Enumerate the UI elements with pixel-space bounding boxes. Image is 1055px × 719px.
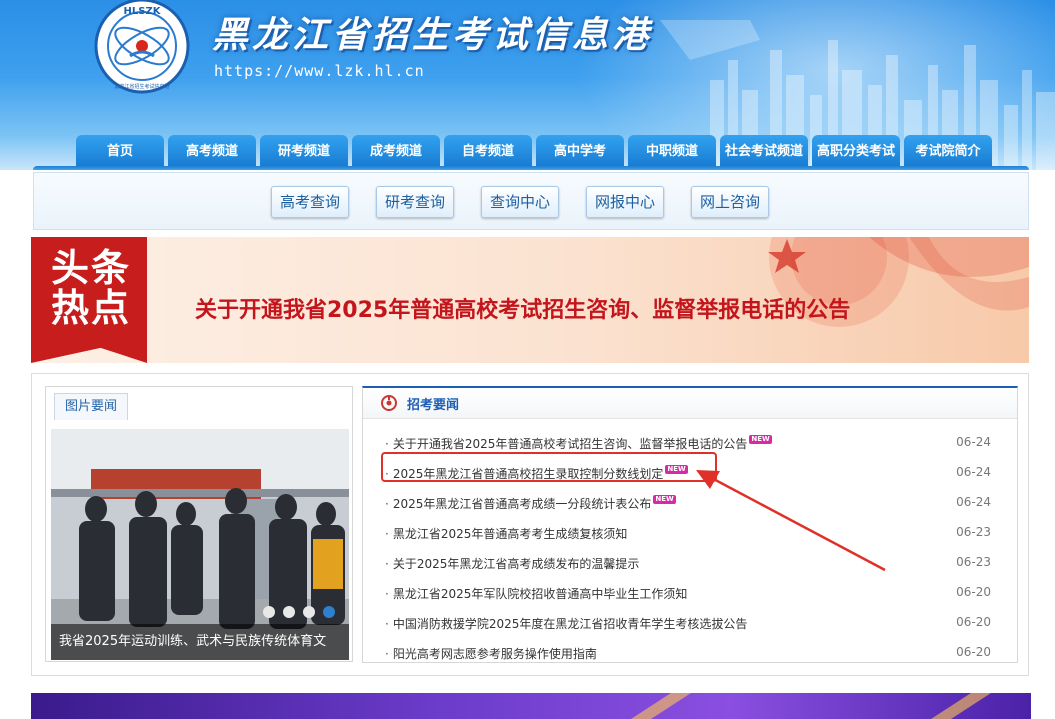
- news-link[interactable]: · 黑龙江省2025年普通高考考生成绩复核须知: [385, 525, 627, 542]
- quick-yankao-query-button[interactable]: 研考查询: [376, 186, 455, 218]
- news-date: 06-23: [956, 555, 991, 569]
- nav-about[interactable]: 考试院简介: [904, 135, 992, 169]
- news-link[interactable]: · 中国消防救援学院2025年度在黑龙江省招收青年学生考核选拔公告: [385, 615, 747, 632]
- photo-news-box: 图片要闻 我省2025年运动训练、武术与民族传统体育文: [45, 386, 353, 662]
- news-header: 招考要闻: [363, 388, 1017, 419]
- news-date: 06-20: [956, 615, 991, 629]
- new-badge: NEW: [749, 435, 772, 444]
- news-item: · 黑龙江省2025年军队院校招收普通高中毕业生工作须知 06-20: [363, 577, 1017, 607]
- quick-gaokao-query-button[interactable]: 高考查询: [271, 186, 350, 218]
- site-url: https://www.lzk.hl.cn: [214, 62, 425, 80]
- photo-caption[interactable]: 我省2025年运动训练、武术与民族传统体育文: [51, 624, 349, 660]
- headline-badge: 头条 热点: [31, 237, 147, 363]
- quick-query-center-button[interactable]: 查询中心: [481, 186, 560, 218]
- news-link[interactable]: · 阳光高考网志愿参考服务操作使用指南: [385, 645, 597, 662]
- news-date: 06-24: [956, 495, 991, 509]
- nav-underline: [33, 166, 1029, 170]
- nav-gaokao[interactable]: 高考频道: [168, 135, 256, 169]
- news-link[interactable]: · 黑龙江省2025年军队院校招收普通高中毕业生工作须知: [385, 585, 687, 602]
- headline-banner: 头条 热点 关于开通我省2025年普通高校考试招生咨询、监督举报电话的公告: [31, 237, 1029, 363]
- carousel-dots: [263, 606, 335, 618]
- nav-xuekao[interactable]: 高中学考: [536, 135, 624, 169]
- main-nav: 首页 高考频道 研考频道 成考频道 自考频道 高中学考 中职频道 社会考试频道 …: [76, 135, 992, 169]
- quick-links-bar: 高考查询 研考查询 查询中心 网报中心 网上咨询: [33, 172, 1029, 230]
- news-link[interactable]: · 2025年黑龙江省普通高考成绩一分段统计表公布 NEW: [385, 495, 676, 512]
- site-header: HLSZK 黑龙江省招生考试信息港 黑龙江省招生考试信息港 https://ww…: [0, 0, 1055, 170]
- news-link[interactable]: · 关于2025年黑龙江省高考成绩发布的温馨提示: [385, 555, 639, 572]
- news-link[interactable]: · 关于开通我省2025年普通高校考试招生咨询、监督举报电话的公告 NEW: [385, 435, 772, 452]
- quick-online-consult-button[interactable]: 网上咨询: [691, 186, 770, 218]
- site-logo: HLSZK 黑龙江省招生考试信息港: [94, 0, 190, 94]
- bottom-banner-graphic: [631, 693, 991, 719]
- news-date: 06-20: [956, 585, 991, 599]
- news-section-title: 招考要闻: [407, 398, 460, 413]
- annotation-arrow: [696, 470, 886, 572]
- bottom-banner[interactable]: [31, 693, 1031, 719]
- photo-slide[interactable]: 我省2025年运动训练、武术与民族传统体育文: [51, 429, 349, 660]
- nav-zikao[interactable]: 自考频道: [444, 135, 532, 169]
- logo-bottom-text: 黑龙江省招生考试信息港: [114, 83, 169, 90]
- site-title: 黑龙江省招生考试信息港: [212, 14, 653, 56]
- carousel-dot-2[interactable]: [283, 606, 295, 618]
- new-badge: NEW: [653, 495, 676, 504]
- badge-line-2: 热点: [50, 286, 131, 330]
- photo-news-tab[interactable]: 图片要闻: [54, 393, 129, 420]
- news-date: 06-24: [956, 465, 991, 479]
- carousel-dot-1[interactable]: [263, 606, 275, 618]
- news-date: 06-23: [956, 525, 991, 539]
- badge-line-1: 头条: [50, 246, 131, 290]
- logo-top-text: HLSZK: [124, 6, 162, 17]
- nav-gaozhi[interactable]: 高职分类考试: [812, 135, 900, 169]
- news-item: · 阳光高考网志愿参考服务操作使用指南 06-20: [363, 637, 1017, 667]
- nav-yankao[interactable]: 研考频道: [260, 135, 348, 169]
- nav-social-exams[interactable]: 社会考试频道: [720, 135, 808, 169]
- nav-chengkao[interactable]: 成考频道: [352, 135, 440, 169]
- news-item: · 中国消防救援学院2025年度在黑龙江省招收青年学生考核选拔公告 06-20: [363, 607, 1017, 637]
- carousel-dot-4[interactable]: [323, 606, 335, 618]
- highlight-box: [381, 452, 717, 482]
- quick-registration-center-button[interactable]: 网报中心: [586, 186, 665, 218]
- carousel-dot-3[interactable]: [303, 606, 315, 618]
- headline-link[interactable]: 关于开通我省2025年普通高校考试招生咨询、监督举报电话的公告: [195, 292, 850, 324]
- news-section-icon: [381, 395, 397, 411]
- news-date: 06-20: [956, 645, 991, 659]
- nav-zhongzhi[interactable]: 中职频道: [628, 135, 716, 169]
- nav-home[interactable]: 首页: [76, 135, 164, 169]
- news-date: 06-24: [956, 435, 991, 449]
